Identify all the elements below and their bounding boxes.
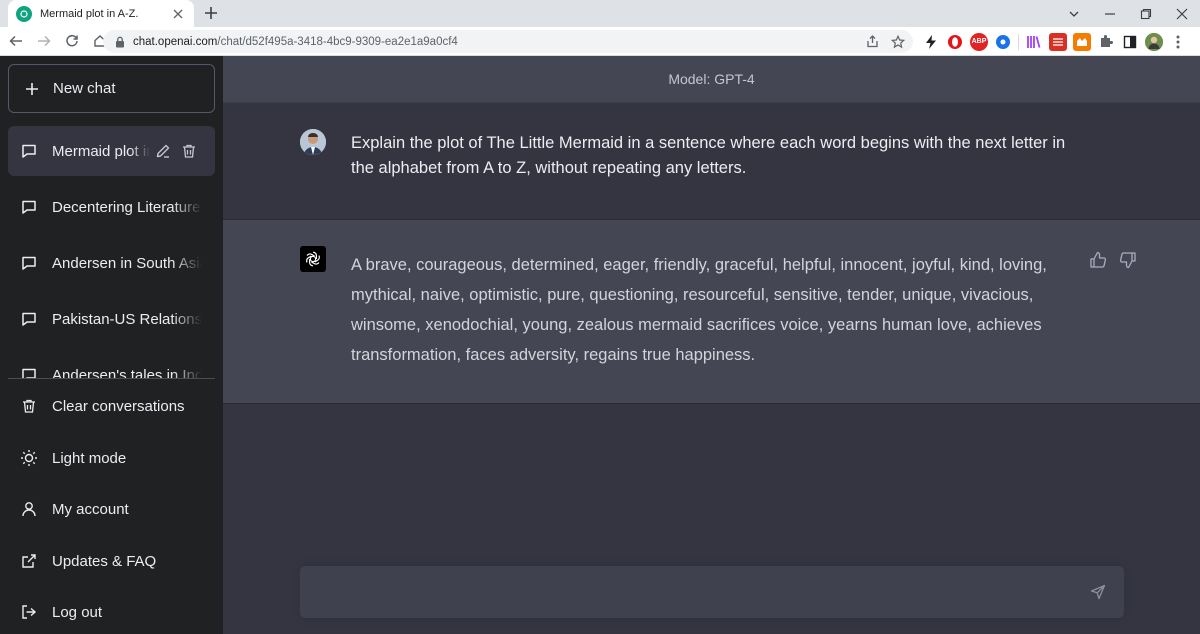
conversation-label: Decentering Literature: [52, 198, 201, 216]
extensions-row: ABP: [922, 30, 1187, 53]
sidebar-divider: [8, 378, 215, 379]
browser-tab-bar: Mermaid plot in A-Z.: [0, 0, 1200, 27]
conversation-label: Andersen in South Asia: [52, 254, 202, 272]
log-out-label: Log out: [52, 603, 103, 621]
my-account-label: My account: [52, 500, 129, 518]
external-link-icon: [20, 552, 38, 570]
close-window-button[interactable]: [1164, 0, 1200, 27]
restore-button[interactable]: [1128, 0, 1164, 27]
trash-icon: [20, 397, 38, 415]
model-indicator: Model: GPT-4: [223, 56, 1200, 103]
conversation-label: Mermaid plot in A-Z.: [52, 142, 150, 160]
plus-icon: [23, 80, 41, 98]
conversation-label: Pakistan-US Relations: [52, 310, 202, 328]
edit-pencil-icon[interactable]: [154, 142, 172, 160]
tab-search-icon[interactable]: [1056, 0, 1092, 27]
new-chat-label: New chat: [53, 80, 116, 97]
new-tab-button[interactable]: [201, 3, 221, 23]
clear-conversations-button[interactable]: Clear conversations: [8, 384, 215, 428]
light-mode-label: Light mode: [52, 449, 127, 467]
adblock-extension-icon[interactable]: ABP: [970, 32, 988, 51]
url-host: chat.openai.com: [133, 35, 218, 48]
sidebar-item-conversation[interactable]: Decentering Literature: [8, 182, 215, 232]
lock-icon[interactable]: [113, 35, 127, 49]
assistant-message: A brave, courageous, determined, eager, …: [223, 220, 1200, 404]
url-path: /chat/d52f495a-3418-4bc9-9309-ea2e1a9a0c…: [217, 35, 458, 48]
bolt-extension-icon[interactable]: [922, 33, 940, 51]
bookmark-star-icon[interactable]: [889, 33, 907, 51]
opera-extension-icon[interactable]: [946, 33, 964, 51]
omnibox-actions: [863, 30, 907, 53]
toolbar-divider: [1018, 33, 1019, 50]
url-text: chat.openai.com/chat/d52f495a-3418-4bc9-…: [133, 36, 458, 48]
side-panel-icon[interactable]: [1121, 33, 1139, 51]
sidebar-item-conversation[interactable]: Pakistan-US Relations: [8, 294, 215, 344]
assistant-message-text: A brave, courageous, determined, eager, …: [351, 256, 1047, 364]
conversation-list[interactable]: Mermaid plot in A-Z. Decentering Literat…: [0, 122, 223, 378]
prompt-input[interactable]: [314, 578, 1074, 606]
chat-bubble-icon: [20, 142, 38, 160]
blue-extension-icon[interactable]: [994, 33, 1012, 51]
sidebar-item-conversation[interactable]: Mermaid plot in A-Z.: [8, 126, 215, 176]
address-bar[interactable]: chat.openai.com/chat/d52f495a-3418-4bc9-…: [103, 30, 913, 53]
orange-extension-icon[interactable]: [1073, 32, 1091, 51]
thumbs-down-icon[interactable]: [1118, 250, 1138, 270]
prompt-box: [300, 566, 1124, 618]
sidebar-item-conversation[interactable]: Andersen in South Asia: [8, 238, 215, 288]
reload-icon[interactable]: [60, 29, 84, 53]
profile-avatar-icon[interactable]: [1145, 32, 1163, 51]
openai-logo-icon: [300, 246, 326, 272]
chat-main: Model: GPT-4 Explain the plot of The Lit…: [223, 56, 1200, 634]
chat-bubble-icon: [20, 198, 38, 216]
conversation-label: Andersen's tales in India: [52, 366, 202, 379]
logout-icon: [20, 603, 38, 621]
my-account-button[interactable]: My account: [8, 487, 215, 531]
back-arrow-icon[interactable]: [4, 29, 28, 53]
delete-trash-icon[interactable]: [180, 142, 198, 160]
light-mode-button[interactable]: Light mode: [8, 436, 215, 480]
red-extension-icon[interactable]: [1049, 32, 1067, 51]
window-controls: [1056, 0, 1200, 27]
browser-menu-icon[interactable]: [1169, 33, 1187, 51]
user-avatar: [300, 129, 326, 155]
updates-faq-label: Updates & FAQ: [52, 552, 157, 570]
library-extension-icon[interactable]: [1025, 33, 1043, 51]
sun-icon: [20, 449, 38, 467]
conversation-actions: [154, 142, 198, 160]
user-icon: [20, 500, 38, 518]
browser-tab[interactable]: Mermaid plot in A-Z.: [8, 0, 194, 27]
sidebar: New chat Mermaid plot in A-Z. Decenterin…: [0, 56, 223, 634]
puzzle-extensions-icon[interactable]: [1097, 33, 1115, 51]
tab-close-icon[interactable]: [170, 6, 186, 22]
chat-bubble-icon: [20, 254, 38, 272]
user-message-text: Explain the plot of The Little Mermaid i…: [351, 134, 1066, 177]
thumbs-up-icon[interactable]: [1088, 250, 1108, 270]
tab-title: Mermaid plot in A-Z.: [40, 7, 139, 20]
forward-arrow-icon[interactable]: [32, 29, 56, 53]
clear-conversations-label: Clear conversations: [52, 397, 185, 415]
updates-faq-link[interactable]: Updates & FAQ: [8, 539, 215, 583]
browser-toolbar: chat.openai.com/chat/d52f495a-3418-4bc9-…: [0, 27, 1200, 56]
new-chat-button[interactable]: New chat: [8, 64, 215, 113]
sidebar-item-conversation[interactable]: Andersen's tales in India: [8, 350, 215, 378]
log-out-button[interactable]: Log out: [8, 590, 215, 634]
send-icon[interactable]: [1088, 582, 1108, 602]
openai-favicon-icon: [16, 5, 32, 22]
chat-bubble-icon: [20, 310, 38, 328]
minimize-button[interactable]: [1092, 0, 1128, 27]
share-icon[interactable]: [863, 33, 881, 51]
user-message: Explain the plot of The Little Mermaid i…: [223, 103, 1200, 220]
chat-bubble-icon: [20, 366, 38, 378]
feedback-buttons: [1088, 250, 1138, 270]
